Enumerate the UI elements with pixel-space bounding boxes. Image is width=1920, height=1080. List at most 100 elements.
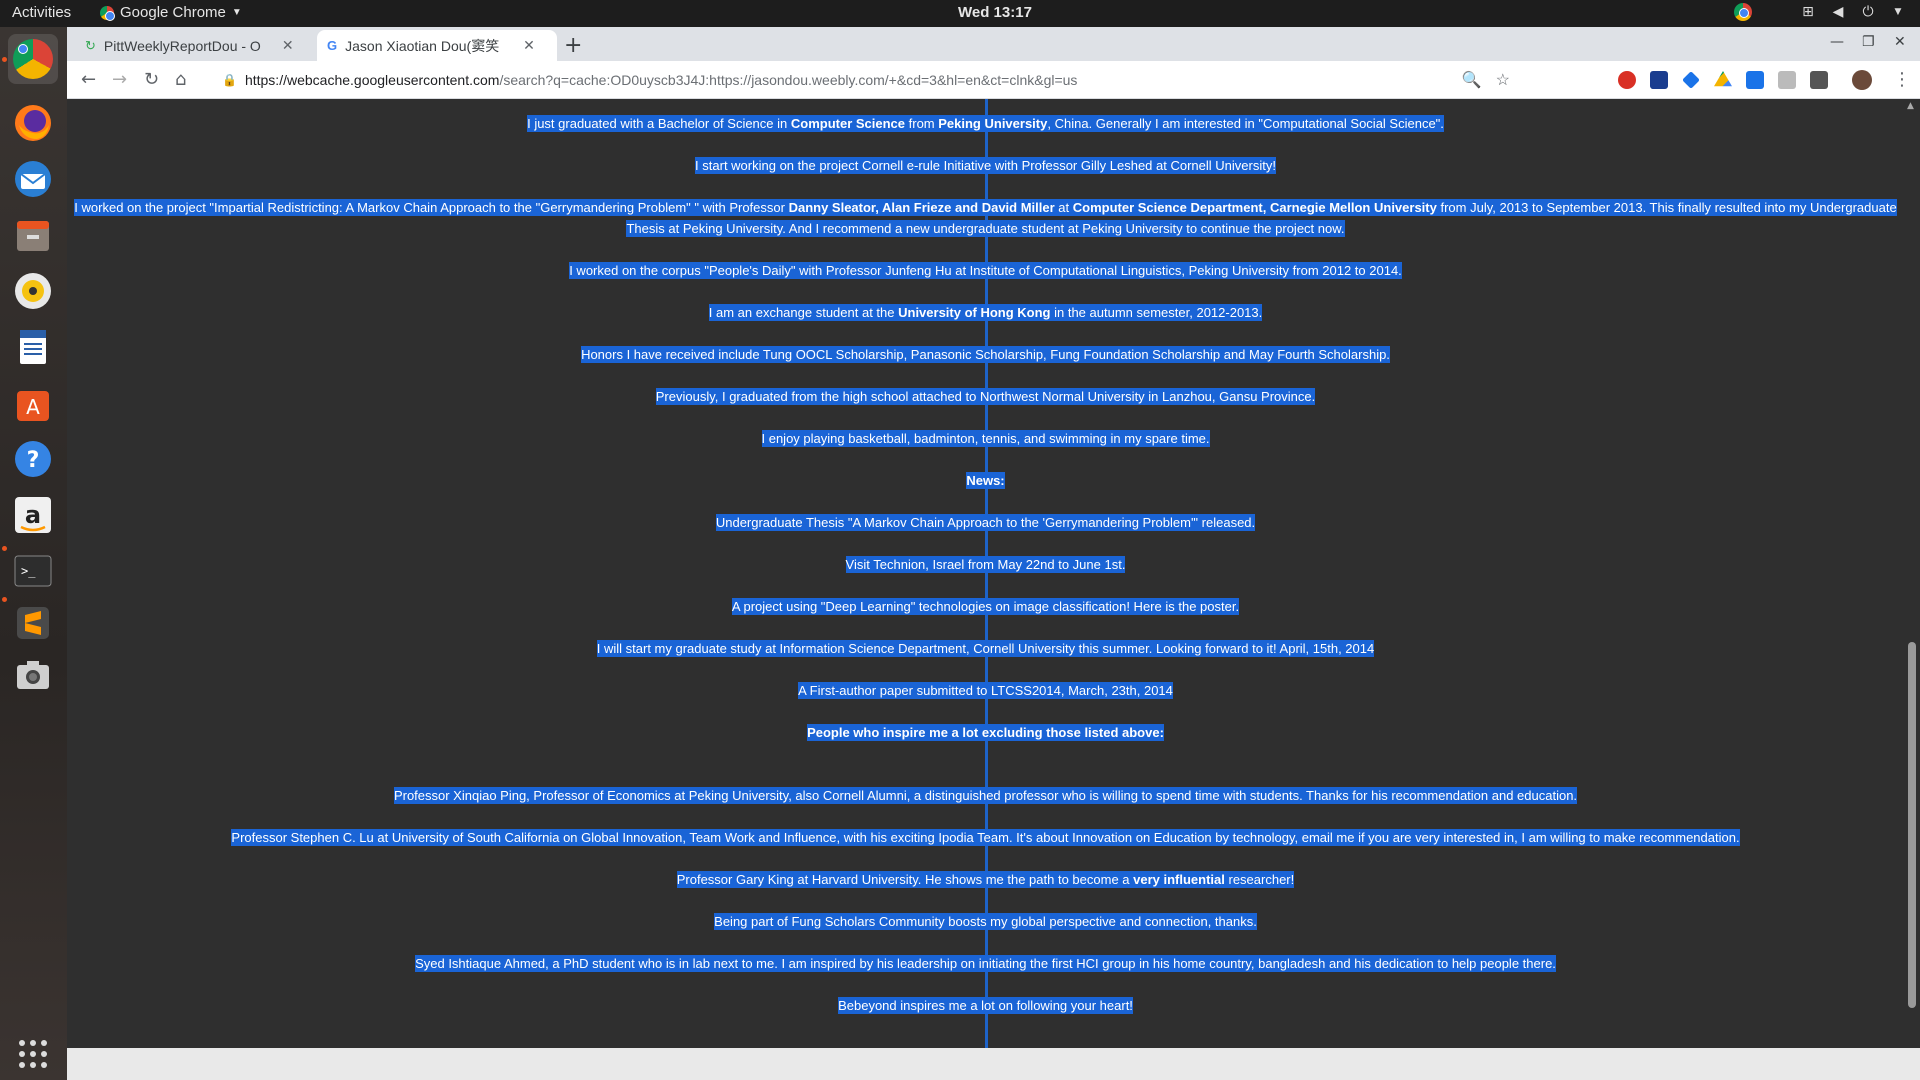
inspire-item: Professor Stephen C. Lu at University of…: [231, 829, 1740, 846]
page-content: I just graduated with a Bachelor of Scie…: [67, 99, 1920, 1076]
extension-diamond-icon[interactable]: [1682, 71, 1700, 89]
dock-files[interactable]: [8, 210, 58, 260]
rhythmbox-icon: [15, 273, 51, 309]
amazon-icon: a: [15, 497, 51, 533]
news-item: I will start my graduate study at Inform…: [596, 640, 1375, 657]
chrome-icon: [100, 5, 115, 21]
svg-text:A: A: [26, 395, 40, 419]
hobbies-paragraph: I enjoy playing basketball, badminton, t…: [761, 430, 1210, 447]
dock-amazon[interactable]: a: [8, 490, 58, 540]
cornell-project-paragraph: I start working on the project Cornell e…: [695, 157, 1276, 174]
forward-button[interactable]: →: [112, 69, 127, 90]
corpus-paragraph: I worked on the corpus "People's Daily" …: [569, 262, 1402, 279]
chrome-tray-icon[interactable]: [1734, 3, 1752, 21]
inspire-item: Being part of Fung Scholars Community bo…: [714, 913, 1257, 930]
activities-button[interactable]: Activities: [12, 4, 71, 21]
running-indicator: [2, 546, 7, 551]
dock-rhythmbox[interactable]: [8, 266, 58, 316]
dock-terminal[interactable]: >_: [8, 546, 58, 596]
inspire-item: Bebeyond inspires me a lot on following …: [838, 997, 1133, 1014]
extension-red-icon[interactable]: [1618, 71, 1636, 89]
dock-thunderbird[interactable]: [8, 154, 58, 204]
camera-icon: [17, 661, 49, 689]
terminal-icon: >_: [14, 555, 52, 587]
extension-blue-icon[interactable]: [1650, 71, 1668, 89]
power-icon[interactable]: ⏻: [1860, 4, 1876, 20]
dock-help[interactable]: ?: [8, 434, 58, 484]
news-item: A First-author paper submitted to LTCSS2…: [798, 682, 1173, 699]
svg-text:a: a: [25, 501, 41, 529]
dock-screenshot[interactable]: [8, 650, 58, 700]
firefox-icon: [15, 105, 51, 141]
tab-jason-dou[interactable]: G Jason Xiaotian Dou(窦笑 ✕: [317, 30, 557, 61]
chrome-icon: [13, 39, 53, 79]
news-item: Visit Technion, Israel from May 22nd to …: [845, 556, 1126, 573]
chrome-window: ↻ PittWeeklyReportDou - O ✕ G Jason Xiao…: [67, 27, 1920, 1080]
page-footer-strip: [67, 1048, 1920, 1080]
chevron-down-icon: ▼: [231, 7, 242, 18]
highschool-paragraph: Previously, I graduated from the high sc…: [655, 388, 1316, 405]
tab-strip: ↻ PittWeeklyReportDou - O ✕ G Jason Xiao…: [67, 27, 1920, 61]
tab-pittweeklyreport[interactable]: ↻ PittWeeklyReportDou - O ✕: [75, 30, 315, 61]
app-name: Google Chrome: [120, 4, 226, 21]
honors-paragraph: Honors I have received include Tung OOCL…: [581, 346, 1390, 363]
google-icon: G: [327, 38, 338, 53]
chevron-down-icon[interactable]: ▼: [1890, 4, 1906, 20]
zoom-icon[interactable]: 🔍: [1462, 70, 1482, 90]
back-button[interactable]: ←: [81, 69, 96, 90]
inspire-item: Professor Xinqiao Ping, Professor of Eco…: [393, 787, 1578, 804]
close-window-button[interactable]: ✕: [1894, 34, 1906, 50]
dock-software[interactable]: A: [8, 378, 58, 428]
vertical-scrollbar[interactable]: ▲ ▼: [1904, 99, 1920, 1076]
network-icon[interactable]: ⊞: [1800, 4, 1816, 20]
running-indicator: [2, 57, 7, 62]
volume-icon[interactable]: ◀: [1830, 4, 1846, 20]
tab-title: PittWeeklyReportDou - O: [103, 37, 261, 54]
help-icon: ?: [15, 441, 51, 477]
scroll-up-arrow[interactable]: ▲: [1907, 101, 1914, 111]
extension-dark-icon[interactable]: [1810, 71, 1828, 89]
system-tray[interactable]: ⊞ ◀ ⏻ ▼: [1734, 3, 1906, 21]
bookmark-star-icon[interactable]: ☆: [1496, 70, 1510, 90]
dock: A ? a >_: [0, 27, 67, 1080]
browser-toolbar: ← → ↻ ⌂ 🔒 https://webcache.googleusercon…: [67, 61, 1920, 99]
address-bar[interactable]: 🔒 https://webcache.googleusercontent.com…: [207, 65, 1522, 95]
maximize-button[interactable]: ❐: [1862, 34, 1875, 50]
loading-icon: ↻: [85, 37, 96, 53]
new-tab-button[interactable]: +: [564, 33, 582, 58]
close-icon[interactable]: ✕: [282, 37, 294, 54]
exchange-paragraph: I am an exchange student at the Universi…: [708, 304, 1263, 321]
news-item: A project using "Deep Learning" technolo…: [731, 598, 1240, 615]
extension-grey-icon[interactable]: [1778, 71, 1796, 89]
show-applications-button[interactable]: [8, 1029, 58, 1079]
intro-paragraph: I just graduated with a Bachelor of Scie…: [527, 115, 1444, 132]
lock-icon[interactable]: 🔒: [222, 73, 237, 87]
minimize-button[interactable]: —: [1830, 34, 1844, 50]
dock-firefox[interactable]: [8, 98, 58, 148]
running-indicator: [2, 597, 7, 602]
app-menu[interactable]: Google Chrome ▼: [100, 4, 242, 21]
dock-sublime[interactable]: [8, 598, 58, 648]
scrollbar-thumb[interactable]: [1908, 642, 1916, 1008]
news-heading: News:: [966, 472, 1005, 489]
inspire-heading: People who inspire me a lot excluding th…: [807, 724, 1164, 741]
writer-icon: [20, 330, 46, 364]
sublime-text-icon: [17, 607, 49, 639]
close-icon[interactable]: ✕: [523, 37, 535, 54]
software-center-icon: A: [17, 391, 49, 421]
menu-kebab-icon[interactable]: ⋮: [1893, 69, 1911, 90]
google-drive-icon[interactable]: [1714, 71, 1732, 87]
profile-avatar[interactable]: [1852, 70, 1872, 90]
inspire-item: Professor Gary King at Harvard Universit…: [676, 871, 1295, 888]
dock-chrome[interactable]: [8, 34, 58, 84]
url-host: https://webcache.googleusercontent.com: [244, 72, 500, 88]
tab-title: Jason Xiaotian Dou(窦笑: [345, 37, 500, 54]
extension-window-icon[interactable]: [1746, 71, 1764, 89]
reload-button[interactable]: ↻: [144, 69, 159, 90]
system-top-bar: Activities Google Chrome ▼ Wed 13:17 ⊞ ◀…: [0, 0, 1920, 27]
dock-writer[interactable]: [8, 322, 58, 372]
clock[interactable]: Wed 13:17: [958, 4, 1032, 21]
home-button[interactable]: ⌂: [175, 69, 186, 90]
thunderbird-icon: [15, 161, 51, 197]
grid-icon: [19, 1040, 47, 1068]
